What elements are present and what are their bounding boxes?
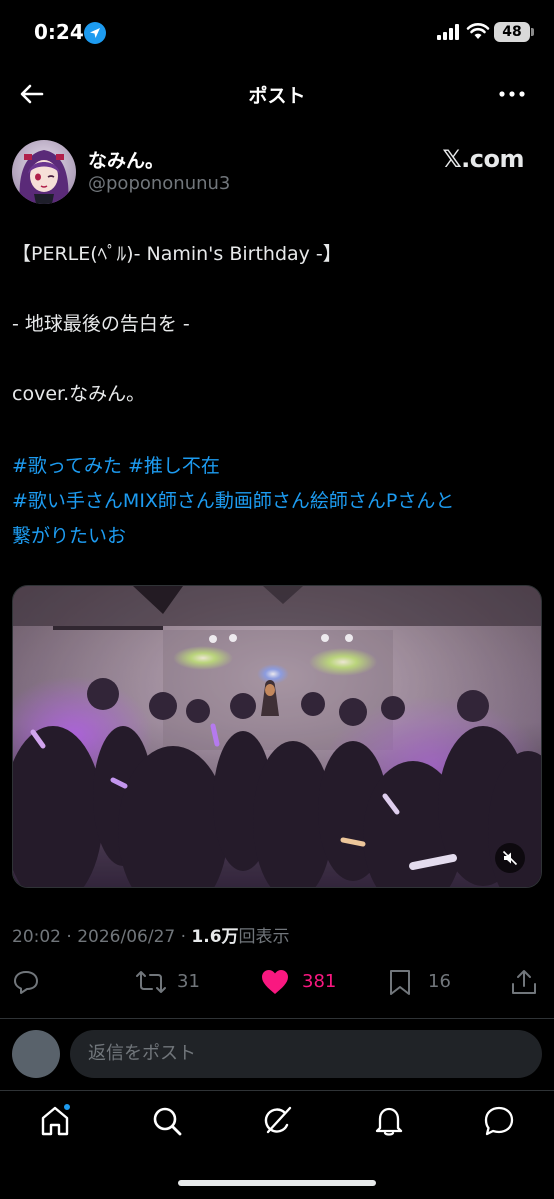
concert-video-frame xyxy=(13,586,541,887)
bookmark-count: 16 xyxy=(428,971,451,992)
post-text-line: cover.なみん。 xyxy=(12,383,146,405)
views-label: 回表示 xyxy=(238,927,290,947)
heart-icon xyxy=(262,970,288,994)
mute-button[interactable] xyxy=(495,843,525,873)
bookmark-icon xyxy=(390,970,410,995)
tab-notifications[interactable] xyxy=(372,1104,406,1138)
post-meta: 20:02 · 2026/06/27 · 1.6万回表示 xyxy=(12,922,290,947)
action-bar: 31 381 16 xyxy=(0,962,554,1002)
bookmark-button[interactable]: 16 xyxy=(386,962,456,1002)
tab-home[interactable] xyxy=(38,1102,72,1138)
mute-icon xyxy=(502,850,518,866)
reply-input[interactable]: 返信をポスト xyxy=(70,1030,542,1078)
status-bar: 0:24 48 xyxy=(0,0,554,66)
wifi-icon xyxy=(466,23,490,39)
nav-bar: ポスト xyxy=(0,66,554,122)
share-icon xyxy=(512,970,536,994)
status-time: 0:24 xyxy=(34,20,84,44)
share-button[interactable] xyxy=(510,962,540,1002)
repost-button[interactable]: 31 xyxy=(135,962,215,1002)
user-avatar[interactable] xyxy=(12,1030,60,1078)
repost-icon xyxy=(136,971,166,993)
meta-separator: · xyxy=(66,927,72,947)
post-date: 2026/06/27 xyxy=(77,927,176,947)
message-icon xyxy=(484,1106,514,1136)
views-count[interactable]: 1.6万 xyxy=(191,927,238,947)
post-video[interactable] xyxy=(12,585,542,888)
home-indicator xyxy=(178,1180,376,1186)
post-text-line: - 地球最後の告白を - xyxy=(12,313,190,335)
notification-dot xyxy=(62,1102,72,1112)
tab-bar xyxy=(0,1092,554,1152)
hashtag-line[interactable]: 繋がりたいお xyxy=(12,522,542,550)
location-arrow-icon xyxy=(84,22,106,44)
tab-search[interactable] xyxy=(150,1104,184,1138)
tab-grok[interactable] xyxy=(260,1104,294,1138)
divider xyxy=(0,1018,554,1019)
like-button[interactable]: 381 xyxy=(260,962,350,1002)
tab-messages[interactable] xyxy=(482,1104,516,1138)
grok-icon xyxy=(264,1106,292,1134)
page-title: ポスト xyxy=(248,85,306,107)
battery-indicator: 48 xyxy=(494,22,534,42)
search-icon xyxy=(153,1107,182,1136)
post-text-line: 【PERLE(ﾍﾟﾙ)- Namin's Birthday -】 xyxy=(12,243,342,265)
signal-icon xyxy=(437,24,459,40)
divider xyxy=(0,1090,554,1091)
source-badge: 𝕏.com xyxy=(442,145,524,173)
bell-icon xyxy=(375,1107,403,1136)
hashtag-line[interactable]: #歌い手さんMIX師さん動画師さん絵師さんPさんと xyxy=(12,487,542,515)
more-icon[interactable] xyxy=(496,82,528,106)
author-handle[interactable]: @popononunu3 xyxy=(88,173,230,194)
hashtag-line[interactable]: #歌ってみた #推し不在 xyxy=(12,452,542,480)
meta-separator: · xyxy=(180,927,187,947)
reply-button[interactable] xyxy=(12,962,52,1002)
reply-icon xyxy=(14,971,38,994)
like-count: 381 xyxy=(302,971,337,992)
author-name[interactable]: なみん。 xyxy=(88,146,164,173)
post-time: 20:02 xyxy=(12,927,61,947)
repost-count: 31 xyxy=(177,971,200,992)
author-avatar[interactable] xyxy=(12,140,76,204)
